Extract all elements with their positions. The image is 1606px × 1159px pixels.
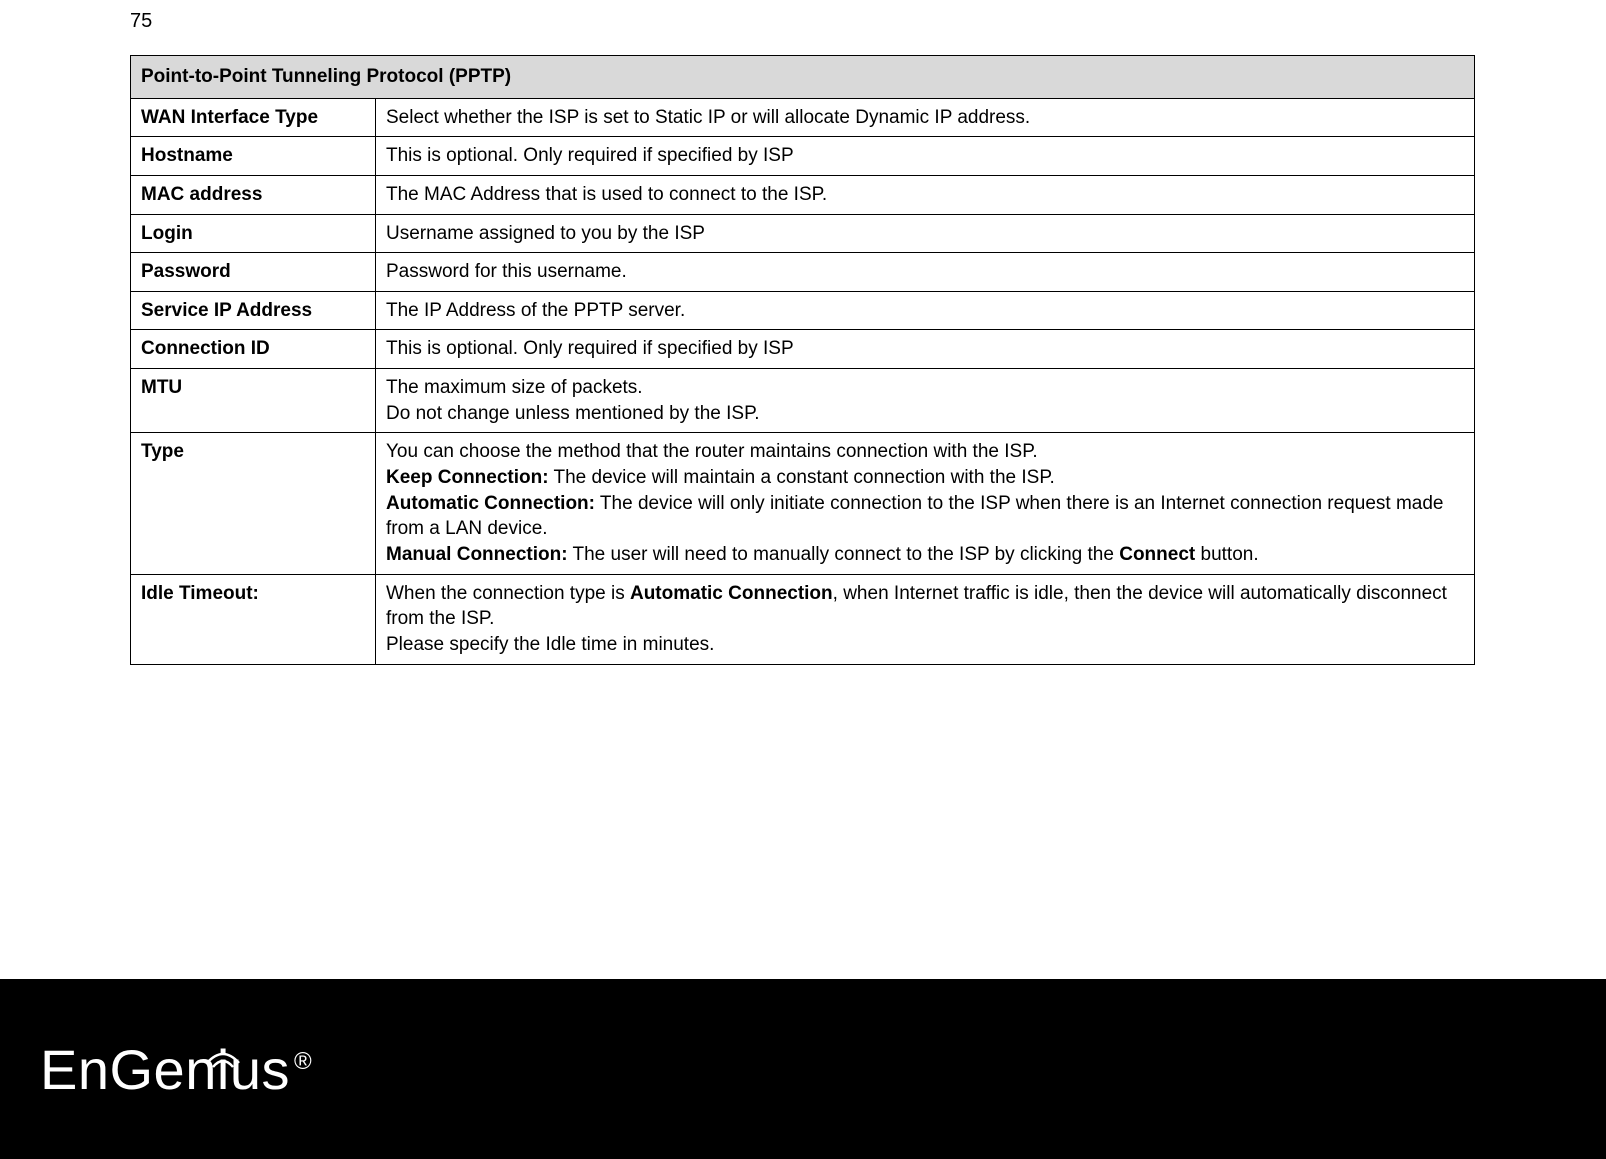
table-row: MTU The maximum size of packets.Do not c… <box>131 369 1475 433</box>
row-desc: This is optional. Only required if speci… <box>376 137 1475 176</box>
table-row: Idle Timeout: When the connection type i… <box>131 574 1475 664</box>
row-label: Connection ID <box>131 330 376 369</box>
row-desc: Password for this username. <box>376 253 1475 292</box>
row-label: Login <box>131 214 376 253</box>
table-row: Type You can choose the method that the … <box>131 433 1475 574</box>
pptp-table: Point-to-Point Tunneling Protocol (PPTP)… <box>130 55 1475 665</box>
page-number: 75 <box>130 10 152 33</box>
table-title: Point-to-Point Tunneling Protocol (PPTP) <box>131 56 1475 99</box>
table-row: Password Password for this username. <box>131 253 1475 292</box>
row-desc: The IP Address of the PPTP server. <box>376 291 1475 330</box>
row-label: Password <box>131 253 376 292</box>
row-label: Idle Timeout: <box>131 574 376 664</box>
row-desc: The MAC Address that is used to connect … <box>376 175 1475 214</box>
logo-i: i <box>217 1037 230 1102</box>
table-body: WAN Interface Type Select whether the IS… <box>131 98 1475 664</box>
registered-icon: ® <box>294 1048 312 1075</box>
table-row: Service IP Address The IP Address of the… <box>131 291 1475 330</box>
table-row: Login Username assigned to you by the IS… <box>131 214 1475 253</box>
row-label: Type <box>131 433 376 574</box>
content-area: Point-to-Point Tunneling Protocol (PPTP)… <box>130 55 1475 665</box>
footer: EnGenius® <box>0 979 1606 1159</box>
table-row: Hostname This is optional. Only required… <box>131 137 1475 176</box>
table-row: WAN Interface Type Select whether the IS… <box>131 98 1475 137</box>
logo-gen: Gen <box>110 1038 217 1101</box>
row-label: Hostname <box>131 137 376 176</box>
logo-en: En <box>40 1038 110 1101</box>
row-desc: You can choose the method that the route… <box>376 433 1475 574</box>
row-label: MTU <box>131 369 376 433</box>
engenius-logo: EnGenius® <box>40 1037 312 1102</box>
row-label: MAC address <box>131 175 376 214</box>
row-desc: Select whether the ISP is set to Static … <box>376 98 1475 137</box>
table-row: Connection ID This is optional. Only req… <box>131 330 1475 369</box>
row-desc: This is optional. Only required if speci… <box>376 330 1475 369</box>
row-desc: The maximum size of packets.Do not chang… <box>376 369 1475 433</box>
row-label: WAN Interface Type <box>131 98 376 137</box>
row-label: Service IP Address <box>131 291 376 330</box>
row-desc: When the connection type is Automatic Co… <box>376 574 1475 664</box>
row-desc: Username assigned to you by the ISP <box>376 214 1475 253</box>
wifi-icon <box>203 1019 243 1049</box>
table-row: MAC address The MAC Address that is used… <box>131 175 1475 214</box>
